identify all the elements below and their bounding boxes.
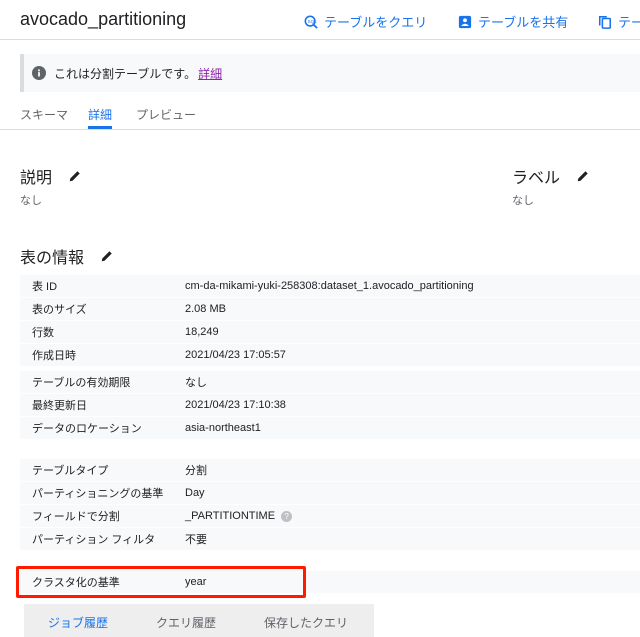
- labels-heading: ラベル: [512, 164, 590, 188]
- row-value: asia-northeast1: [185, 422, 261, 434]
- row-key: フィールドで分割: [32, 511, 120, 523]
- page-title: avocado_partitioning: [20, 9, 187, 29]
- clustering-highlight-box: [16, 566, 306, 598]
- edit-description-icon[interactable]: [68, 169, 82, 183]
- svg-text:SQL: SQL: [308, 19, 317, 24]
- table-row: パーティション フィルタ 不要: [20, 528, 640, 550]
- table-row: テーブルタイプ 分割: [20, 459, 640, 481]
- row-value: Day: [185, 487, 205, 499]
- header-bar: avocado_partitioning SQL テーブルをクエリ テーブルを共…: [0, 0, 640, 40]
- edit-table-info-icon[interactable]: [100, 249, 114, 263]
- table-row: 作成日時 2021/04/23 17:05:57: [20, 344, 640, 366]
- row-key: パーティション フィルタ: [32, 534, 156, 546]
- row-value: _PARTITIONTIME: [185, 510, 276, 522]
- edit-labels-icon[interactable]: [576, 169, 590, 183]
- tab-schema[interactable]: スキーマ: [20, 106, 68, 123]
- table-row: 最終更新日 2021/04/23 17:10:38: [20, 394, 640, 416]
- row-key: パーティショニングの基準: [32, 488, 164, 500]
- share-table-button[interactable]: テーブルを共有: [458, 12, 568, 31]
- row-key: 行数: [32, 327, 54, 339]
- row-value: 不要: [185, 534, 207, 546]
- row-key: 最終更新日: [32, 400, 87, 412]
- query-icon: SQL: [304, 15, 318, 29]
- partition-info-banner: これは分割テーブルです。 詳細: [20, 54, 640, 92]
- copy-table-button[interactable]: テー: [598, 12, 640, 31]
- row-value: 分割: [185, 465, 207, 477]
- description-heading-label: 説明: [20, 170, 53, 187]
- banner-details-link[interactable]: 詳細: [198, 65, 222, 82]
- table-row: パーティショニングの基準 Day: [20, 482, 640, 504]
- bottom-history-bar: ジョブ履歴 クエリ履歴 保存したクエリ: [24, 604, 374, 637]
- row-key: テーブルタイプ: [32, 465, 109, 477]
- tab-job-history[interactable]: ジョブ履歴: [48, 614, 108, 631]
- table-row: テーブルの有効期限 なし: [20, 371, 640, 393]
- row-value-with-help: _PARTITIONTIME ?: [185, 510, 293, 522]
- banner-text: これは分割テーブルです。: [54, 66, 197, 81]
- copy-icon: [598, 15, 612, 29]
- help-icon[interactable]: ?: [281, 510, 293, 522]
- row-key: 表 ID: [32, 281, 58, 293]
- query-table-button[interactable]: SQL テーブルをクエリ: [304, 12, 427, 31]
- description-value: なし: [20, 195, 42, 207]
- row-value: 2021/04/23 17:05:57: [185, 349, 286, 361]
- active-tab-indicator: [88, 126, 112, 129]
- table-row: 表 ID cm-da-mikami-yuki-258308:dataset_1.…: [20, 275, 640, 297]
- share-table-label: テーブルを共有: [478, 15, 569, 30]
- row-key: テーブルの有効期限: [32, 377, 131, 389]
- labels-heading-label: ラベル: [512, 170, 561, 187]
- table-info-heading: 表の情報: [20, 244, 114, 268]
- table-row: データのロケーション asia-northeast1: [20, 417, 640, 439]
- tab-saved-queries[interactable]: 保存したクエリ: [264, 614, 348, 631]
- table-row: 行数 18,249: [20, 321, 640, 343]
- row-value: なし: [185, 377, 207, 389]
- table-info-heading-label: 表の情報: [20, 250, 85, 267]
- table-row: 表のサイズ 2.08 MB: [20, 298, 640, 320]
- row-key: データのロケーション: [32, 423, 142, 435]
- info-icon: [32, 66, 46, 80]
- description-heading: 説明: [20, 164, 82, 188]
- labels-value: なし: [512, 195, 534, 207]
- tab-details[interactable]: 詳細: [88, 106, 112, 123]
- row-value: 2021/04/23 17:10:38: [185, 399, 286, 411]
- row-key: 表のサイズ: [32, 304, 87, 316]
- row-value: 18,249: [185, 326, 219, 338]
- row-key: 作成日時: [32, 350, 76, 362]
- copy-table-label: テー: [618, 15, 640, 30]
- share-icon: [458, 15, 472, 28]
- row-value: 2.08 MB: [185, 303, 226, 315]
- row-value: cm-da-mikami-yuki-258308:dataset_1.avoca…: [185, 280, 474, 292]
- tab-preview[interactable]: プレビュー: [136, 106, 196, 123]
- query-table-label: テーブルをクエリ: [324, 15, 428, 30]
- tab-query-history[interactable]: クエリ履歴: [156, 614, 216, 631]
- table-row: フィールドで分割 _PARTITIONTIME ?: [20, 505, 640, 527]
